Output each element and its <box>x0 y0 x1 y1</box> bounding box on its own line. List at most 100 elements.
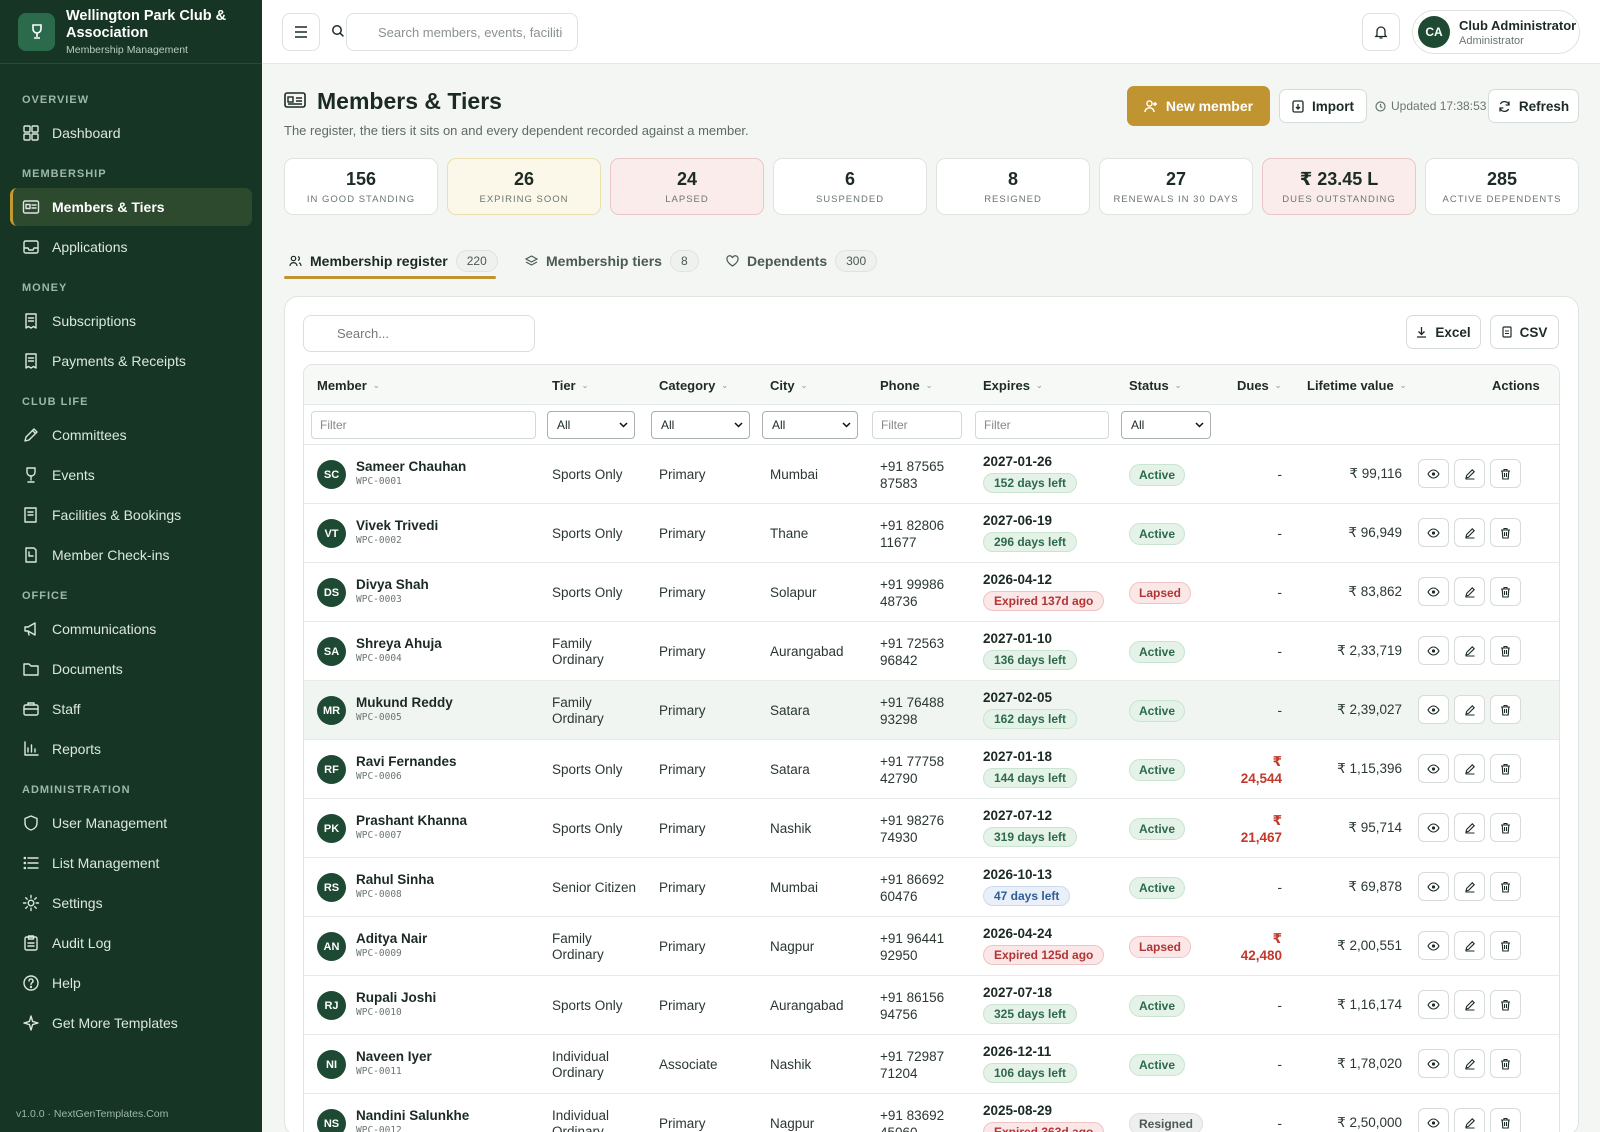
delete-button[interactable] <box>1490 518 1521 547</box>
column-tier[interactable]: Tier ⌄ <box>552 378 588 393</box>
edit-button[interactable] <box>1454 459 1485 488</box>
member-name[interactable]: Shreya Ahuja <box>356 636 442 651</box>
tab-dependents[interactable]: Dependents 300 <box>726 243 878 279</box>
sidebar-item-get-more-templates[interactable]: Get More Templates <box>10 1004 252 1042</box>
sidebar-item-help[interactable]: Help <box>10 964 252 1002</box>
sidebar-item-member-check-ins[interactable]: Member Check-ins <box>10 536 252 574</box>
table-row[interactable]: PK Prashant Khanna WPC-0007 Sports Only Prim… <box>304 799 1559 858</box>
column-category[interactable]: Category ⌄ <box>659 378 728 393</box>
member-name[interactable]: Naveen Iyer <box>356 1049 432 1064</box>
table-row[interactable]: RS Rahul Sinha WPC-0008 Senior Citizen Prima… <box>304 858 1559 917</box>
column-lifetime-value[interactable]: Lifetime value ⌄ <box>1307 378 1406 393</box>
edit-button[interactable] <box>1454 577 1485 606</box>
member-name[interactable]: Rupali Joshi <box>356 990 436 1005</box>
edit-button[interactable] <box>1454 990 1485 1019</box>
new-member-button[interactable]: New member <box>1127 86 1270 126</box>
user-menu[interactable]: CA Club Administrator Administrator <box>1412 10 1580 54</box>
category-filter-select[interactable]: All <box>651 411 750 439</box>
table-row[interactable]: NS Nandini Salunkhe WPC-0012 Individual Ord… <box>304 1094 1559 1132</box>
phone-filter-input[interactable] <box>872 411 962 439</box>
member-name[interactable]: Mukund Reddy <box>356 695 453 710</box>
column-status[interactable]: Status ⌄ <box>1129 378 1181 393</box>
sidebar-item-reports[interactable]: Reports <box>10 730 252 768</box>
edit-button[interactable] <box>1454 754 1485 783</box>
sidebar-item-dashboard[interactable]: Dashboard <box>10 114 252 152</box>
delete-button[interactable] <box>1490 813 1521 842</box>
table-row[interactable]: RF Ravi Fernandes WPC-0006 Sports Only Prima… <box>304 740 1559 799</box>
view-button[interactable] <box>1418 872 1449 901</box>
view-button[interactable] <box>1418 990 1449 1019</box>
delete-button[interactable] <box>1490 931 1521 960</box>
delete-button[interactable] <box>1490 872 1521 901</box>
column-member[interactable]: Member ⌄ <box>317 378 380 393</box>
edit-button[interactable] <box>1454 636 1485 665</box>
table-row[interactable]: SA Shreya Ahuja WPC-0004 Family Ordinary Pri… <box>304 622 1559 681</box>
view-button[interactable] <box>1418 754 1449 783</box>
tab-membership-register[interactable]: Membership register 220 <box>289 243 498 279</box>
member-name[interactable]: Divya Shah <box>356 577 429 592</box>
delete-button[interactable] <box>1490 754 1521 783</box>
table-row[interactable]: NI Naveen Iyer WPC-0011 Individual Ordinary… <box>304 1035 1559 1094</box>
sidebar-item-user-management[interactable]: User Management <box>10 804 252 842</box>
sidebar-item-settings[interactable]: Settings <box>10 884 252 922</box>
export-csv-button[interactable]: CSV <box>1490 315 1559 349</box>
view-button[interactable] <box>1418 636 1449 665</box>
delete-button[interactable] <box>1490 695 1521 724</box>
tab-membership-tiers[interactable]: Membership tiers 8 <box>525 243 699 279</box>
sidebar-item-subscriptions[interactable]: Subscriptions <box>10 302 252 340</box>
member-name[interactable]: Rahul Sinha <box>356 872 434 887</box>
delete-button[interactable] <box>1490 636 1521 665</box>
edit-button[interactable] <box>1454 518 1485 547</box>
table-search-input[interactable] <box>303 315 535 352</box>
sidebar-item-audit-log[interactable]: Audit Log <box>10 924 252 962</box>
edit-button[interactable] <box>1454 931 1485 960</box>
refresh-button[interactable]: Refresh <box>1488 89 1579 123</box>
view-button[interactable] <box>1418 459 1449 488</box>
notifications-button[interactable] <box>1362 13 1400 51</box>
table-row[interactable]: MR Mukund Reddy WPC-0005 Family Ordinary Pri… <box>304 681 1559 740</box>
view-button[interactable] <box>1418 931 1449 960</box>
member-filter-input[interactable] <box>311 411 536 439</box>
delete-button[interactable] <box>1490 990 1521 1019</box>
sidebar-item-facilities-bookings[interactable]: Facilities & Bookings <box>10 496 252 534</box>
member-name[interactable]: Prashant Khanna <box>356 813 467 828</box>
sidebar-item-applications[interactable]: Applications <box>10 228 252 266</box>
edit-button[interactable] <box>1454 1108 1485 1132</box>
member-name[interactable]: Vivek Trivedi <box>356 518 438 533</box>
table-row[interactable]: RJ Rupali Joshi WPC-0010 Sports Only Primary… <box>304 976 1559 1035</box>
view-button[interactable] <box>1418 1108 1449 1132</box>
sidebar-item-documents[interactable]: Documents <box>10 650 252 688</box>
view-button[interactable] <box>1418 1049 1449 1078</box>
global-search-input[interactable] <box>346 13 578 51</box>
sidebar-item-members-tiers[interactable]: Members & Tiers <box>10 188 252 226</box>
tier-filter-select[interactable]: All <box>547 411 635 439</box>
delete-button[interactable] <box>1490 459 1521 488</box>
delete-button[interactable] <box>1490 577 1521 606</box>
sidebar-item-payments-receipts[interactable]: Payments & Receipts <box>10 342 252 380</box>
city-filter-select[interactable]: All <box>762 411 858 439</box>
sidebar-item-staff[interactable]: Staff <box>10 690 252 728</box>
column-phone[interactable]: Phone ⌄ <box>880 378 932 393</box>
delete-button[interactable] <box>1490 1108 1521 1132</box>
column-city[interactable]: City ⌄ <box>770 378 807 393</box>
view-button[interactable] <box>1418 813 1449 842</box>
edit-button[interactable] <box>1454 695 1485 724</box>
member-name[interactable]: Nandini Salunkhe <box>356 1108 469 1123</box>
view-button[interactable] <box>1418 518 1449 547</box>
edit-button[interactable] <box>1454 872 1485 901</box>
menu-toggle-button[interactable] <box>282 13 320 51</box>
export-excel-button[interactable]: Excel <box>1406 315 1481 349</box>
column-dues[interactable]: Dues ⌄ <box>1237 378 1282 393</box>
member-name[interactable]: Aditya Nair <box>356 931 427 946</box>
column-expires[interactable]: Expires ⌄ <box>983 378 1043 393</box>
table-row[interactable]: DS Divya Shah WPC-0003 Sports Only Primary So… <box>304 563 1559 622</box>
sidebar-item-communications[interactable]: Communications <box>10 610 252 648</box>
expires-filter-input[interactable] <box>975 411 1109 439</box>
table-row[interactable]: VT Vivek Trivedi WPC-0002 Sports Only Primar… <box>304 504 1559 563</box>
sidebar-item-events[interactable]: Events <box>10 456 252 494</box>
table-row[interactable]: SC Sameer Chauhan WPC-0001 Sports Only Prima… <box>304 445 1559 504</box>
edit-button[interactable] <box>1454 813 1485 842</box>
status-filter-select[interactable]: All <box>1121 411 1211 439</box>
delete-button[interactable] <box>1490 1049 1521 1078</box>
sidebar-item-committees[interactable]: Committees <box>10 416 252 454</box>
